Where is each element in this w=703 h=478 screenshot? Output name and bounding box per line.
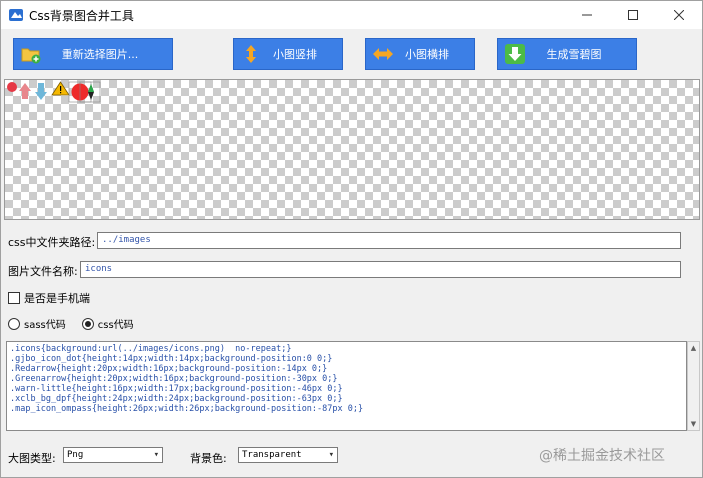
window-title: Css背景图合并工具 bbox=[29, 9, 134, 23]
updown-arrow-icon bbox=[240, 43, 262, 65]
leftright-arrow-icon bbox=[372, 43, 394, 65]
vertical-arrange-button[interactable]: 小图竖排 bbox=[233, 38, 343, 70]
sass-radio-label: sass代码 bbox=[24, 320, 66, 331]
reselect-images-button[interactable]: 重新选择图片... bbox=[13, 38, 173, 70]
css-path-label: css中文件夹路径: bbox=[8, 236, 96, 249]
generate-sprite-button[interactable]: 生成雪碧图 bbox=[497, 38, 637, 70]
dot-icon bbox=[7, 82, 17, 92]
code-scrollbar[interactable]: ▲ ▼ bbox=[687, 341, 700, 431]
horizontal-arrange-label: 小图横排 bbox=[405, 48, 449, 61]
minimize-button[interactable] bbox=[564, 1, 610, 29]
code-line: .gjbo_icon_dot{height:14px;width:14px;ba… bbox=[10, 354, 333, 364]
download-arrow-icon bbox=[504, 43, 526, 65]
watermark-text: @稀土掘金技术社区 bbox=[539, 448, 665, 464]
scroll-up-icon[interactable]: ▲ bbox=[688, 342, 699, 354]
image-name-input[interactable]: icons bbox=[80, 261, 681, 278]
chevron-down-icon: ▾ bbox=[328, 450, 334, 460]
sprite-strip bbox=[7, 81, 101, 103]
css-path-input[interactable]: ../images bbox=[97, 232, 681, 249]
close-icon bbox=[674, 10, 684, 20]
red-arrow-icon bbox=[19, 83, 31, 99]
reselect-images-label: 重新选择图片... bbox=[61, 48, 139, 61]
generate-sprite-label: 生成雪碧图 bbox=[546, 48, 602, 61]
mobile-checkbox-row[interactable]: 是否是手机端 bbox=[8, 290, 90, 306]
bg-color-value: Transparent bbox=[242, 450, 302, 460]
app-window: Css背景图合并工具 重新选择图片... 小图竖排 小图横排 生成雪碧图 css… bbox=[0, 0, 703, 478]
maximize-button[interactable] bbox=[610, 1, 656, 29]
chevron-down-icon: ▾ bbox=[153, 450, 159, 460]
minimize-icon bbox=[582, 14, 592, 16]
sprite-preview-canvas bbox=[4, 79, 700, 220]
maximize-icon bbox=[628, 10, 638, 20]
app-icon bbox=[9, 9, 23, 21]
image-type-select[interactable]: Png ▾ bbox=[63, 447, 163, 463]
code-line: .Greenarrow{height:20px;width:16px;backg… bbox=[10, 374, 338, 384]
bg-color-label: 背景色: bbox=[190, 452, 227, 465]
mobile-checkbox-label: 是否是手机端 bbox=[24, 292, 90, 305]
bg-color-select[interactable]: Transparent ▾ bbox=[238, 447, 338, 463]
code-line: .map_icon_ompass{height:26px;width:26px;… bbox=[10, 404, 364, 414]
green-arrow-icon bbox=[35, 83, 47, 100]
close-button[interactable] bbox=[656, 1, 702, 29]
image-name-label: 图片文件名称: bbox=[8, 265, 78, 278]
code-line: .Redarrow{height:20px;width:16px;backgro… bbox=[10, 364, 328, 374]
folder-add-icon bbox=[20, 43, 42, 65]
sass-radio[interactable] bbox=[8, 317, 20, 330]
code-line: .warn-little{height:16px;width:17px;back… bbox=[10, 384, 343, 394]
image-type-label: 大图类型: bbox=[8, 452, 56, 465]
image-type-value: Png bbox=[67, 450, 84, 460]
warning-icon bbox=[51, 81, 70, 96]
horizontal-arrange-button[interactable]: 小图横排 bbox=[365, 38, 475, 70]
title-bar: Css背景图合并工具 bbox=[1, 1, 702, 29]
mobile-checkbox[interactable] bbox=[8, 292, 20, 304]
scroll-down-icon[interactable]: ▼ bbox=[688, 418, 699, 430]
css-radio[interactable] bbox=[81, 317, 94, 330]
css-radio-label: css代码 bbox=[97, 320, 134, 331]
code-type-radio-group: sass代码 css代码 bbox=[8, 316, 150, 331]
vertical-arrange-label: 小图竖排 bbox=[273, 48, 317, 61]
watermark: @稀土掘金技术社区 bbox=[539, 445, 665, 465]
code-line: .xclb_bg_dpf{height:24px;width:24px;back… bbox=[10, 394, 343, 404]
code-line: .icons{background:url(../images/icons.pn… bbox=[10, 344, 292, 354]
css-output-textarea[interactable]: .icons{background:url(../images/icons.pn… bbox=[6, 341, 687, 431]
